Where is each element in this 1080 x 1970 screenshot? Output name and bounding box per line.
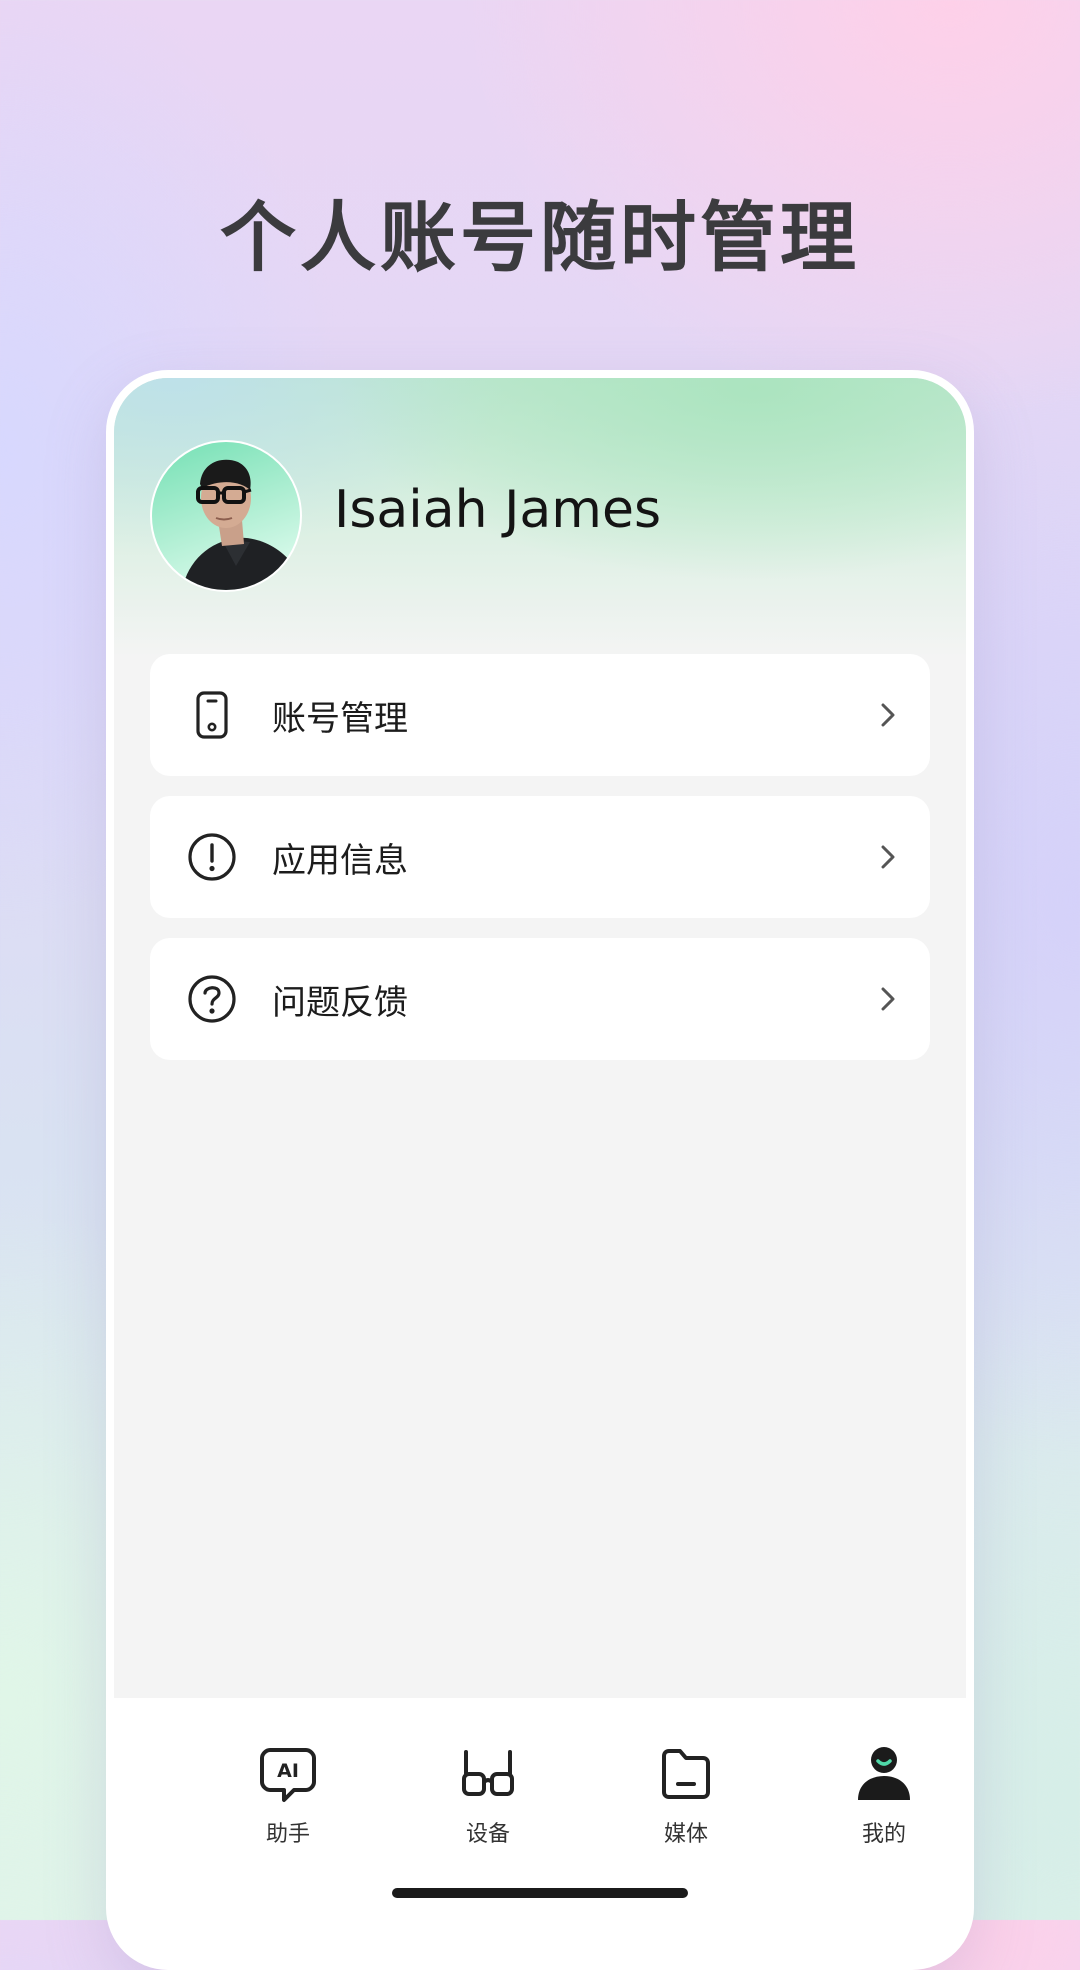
menu-item-label: 账号管理 <box>272 698 408 739</box>
nav-tab-assistant[interactable]: AI 助手 <box>218 1700 358 1848</box>
menu-item-feedback[interactable]: 问题反馈 <box>150 938 930 1060</box>
home-indicator[interactable] <box>392 1888 688 1898</box>
chevron-right-icon <box>876 985 900 1013</box>
nav-tab-device[interactable]: 设备 <box>418 1700 558 1848</box>
nav-tab-mine[interactable]: 我的 <box>814 1700 954 1848</box>
nav-label: 助手 <box>265 1822 310 1847</box>
menu-item-app-info[interactable]: 应用信息 <box>150 796 930 918</box>
avatar[interactable] <box>150 440 302 592</box>
nav-tab-media[interactable]: 媒体 <box>616 1700 756 1848</box>
menu-item-account[interactable]: 账号管理 <box>150 654 930 776</box>
app-screen: Isaiah James 账号管理 应用信息 问题反馈 <box>114 378 966 1698</box>
folder-icon <box>662 1749 710 1799</box>
bottom-nav: AI 助手 设备 媒体 我的 <box>114 1700 966 1970</box>
avatar-portrait <box>182 459 300 590</box>
ai-chat-icon: AI <box>260 1748 316 1802</box>
svg-text:AI: AI <box>277 1760 299 1782</box>
profile-header: Isaiah James <box>114 378 966 628</box>
nav-label: 设备 <box>465 1822 510 1847</box>
username: Isaiah James <box>334 480 662 540</box>
chevron-right-icon <box>876 701 900 729</box>
nav-label: 媒体 <box>663 1822 708 1847</box>
phone-icon <box>186 689 238 741</box>
page-headline: 个人账号随时管理 <box>220 193 860 282</box>
menu-item-label: 问题反馈 <box>272 982 408 1023</box>
menu-item-label: 应用信息 <box>272 840 408 881</box>
person-icon <box>858 1747 910 1800</box>
help-icon <box>186 973 238 1025</box>
phone-frame: Isaiah James 账号管理 应用信息 问题反馈 AI 助手 设备 媒体 … <box>106 370 974 1970</box>
settings-menu: 账号管理 应用信息 问题反馈 <box>150 654 930 1080</box>
glasses-icon <box>462 1750 514 1796</box>
nav-label: 我的 <box>861 1822 906 1847</box>
chevron-right-icon <box>876 843 900 871</box>
info-icon <box>186 831 238 883</box>
